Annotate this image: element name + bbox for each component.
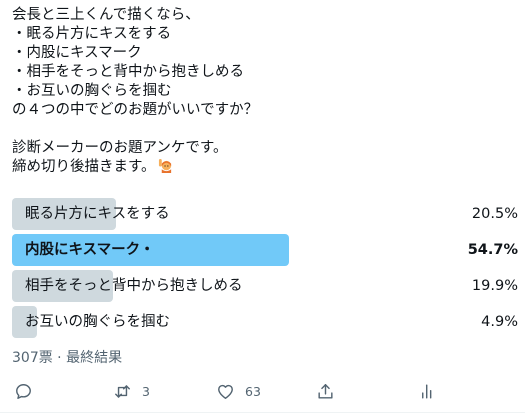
analytics-button[interactable] <box>418 376 437 406</box>
poll: 眠る片方にキスをする 20.5% 内股にキスマーク・ 54.7% 相手をそっと背… <box>12 198 518 342</box>
tweet-line: 診断メーカーのお題アンケです。 <box>12 140 228 156</box>
poll-option: 眠る片方にキスをする 20.5% <box>12 198 518 230</box>
share-button[interactable] <box>316 376 335 406</box>
analytics-icon <box>422 383 432 399</box>
reply-button[interactable] <box>14 376 43 406</box>
tweet-line-text: 締め切り後描きます。 <box>12 159 156 175</box>
tweet-line: ・内股にキスマーク <box>12 45 142 61</box>
like-button[interactable]: 63 <box>216 376 261 406</box>
tweet-line: ・相手をそっと背中から抱きしめる <box>12 64 244 80</box>
poll-option-label: お互いの胸ぐらを掴む <box>25 314 170 330</box>
poll-option-percent: 20.5% <box>471 206 518 222</box>
like-count: 63 <box>245 383 261 399</box>
poll-option: 相手をそっと背中から抱きしめる 19.9% <box>12 270 518 302</box>
heart-icon <box>218 384 233 399</box>
reply-icon <box>16 383 31 399</box>
retweet-count: 3 <box>142 383 150 399</box>
tweet-line: ・お互いの胸ぐらを掴む <box>12 83 172 99</box>
poll-option-winner: 内股にキスマーク・ 54.7% <box>12 234 518 266</box>
poll-option: お互いの胸ぐらを掴む 4.9% <box>12 306 518 338</box>
poll-option-label: 内股にキスマーク・ <box>25 242 155 258</box>
poll-option-percent: 4.9% <box>481 314 518 330</box>
poll-option-label: 相手をそっと背中から抱きしめる <box>25 278 243 294</box>
tweet-text: 会長と三上くんで描くなら、 ・眠る片方にキスをする ・内股にキスマーク ・相手を… <box>12 6 512 177</box>
raising-hand-emoji <box>158 158 171 173</box>
poll-option-percent: 19.9% <box>471 278 518 294</box>
tweet-line-last: 締め切り後描きます。 <box>12 158 512 177</box>
action-bar: 3 63 <box>0 376 525 406</box>
poll-option-percent: 54.7% <box>467 242 518 258</box>
tweet-line <box>12 120 512 139</box>
poll-summary: 307票 · 最終結果 <box>12 350 123 366</box>
share-icon <box>318 383 333 399</box>
poll-option-label: 眠る片方にキスをする <box>25 206 170 222</box>
retweet-button[interactable]: 3 <box>113 376 150 406</box>
tweet-line: 会長と三上くんで描くなら、 <box>12 7 200 23</box>
tweet-line: ・眠る片方にキスをする <box>12 26 172 42</box>
divider <box>0 412 525 413</box>
tweet-line: の４つの中でどのお題がいいですか？ <box>12 102 259 118</box>
retweet-icon <box>115 384 130 398</box>
